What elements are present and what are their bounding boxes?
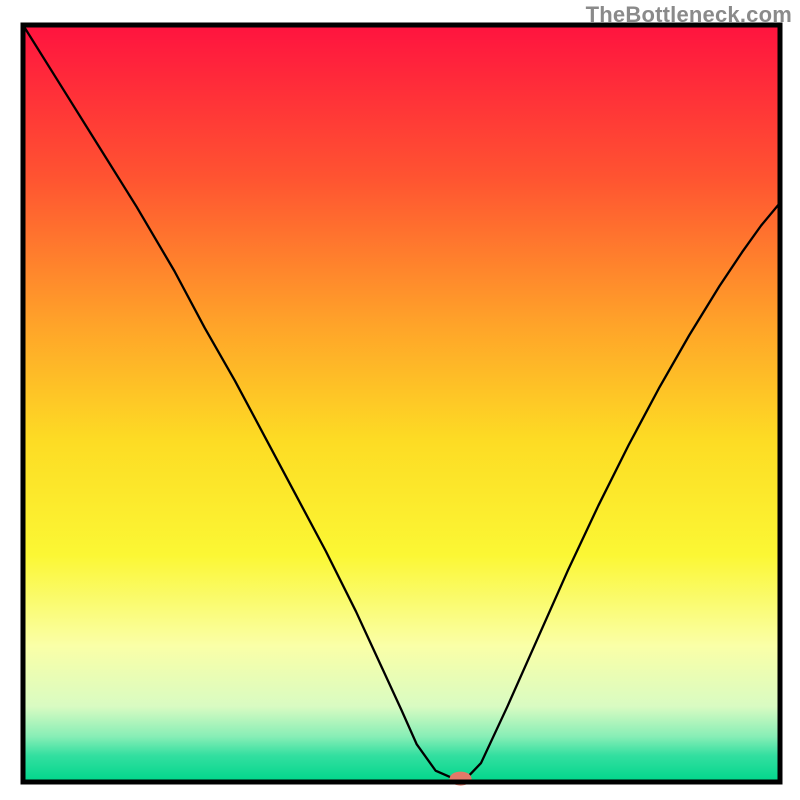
bottleneck-chart [0, 0, 800, 800]
watermark-text: TheBottleneck.com [586, 2, 792, 28]
chart-background [23, 25, 780, 782]
